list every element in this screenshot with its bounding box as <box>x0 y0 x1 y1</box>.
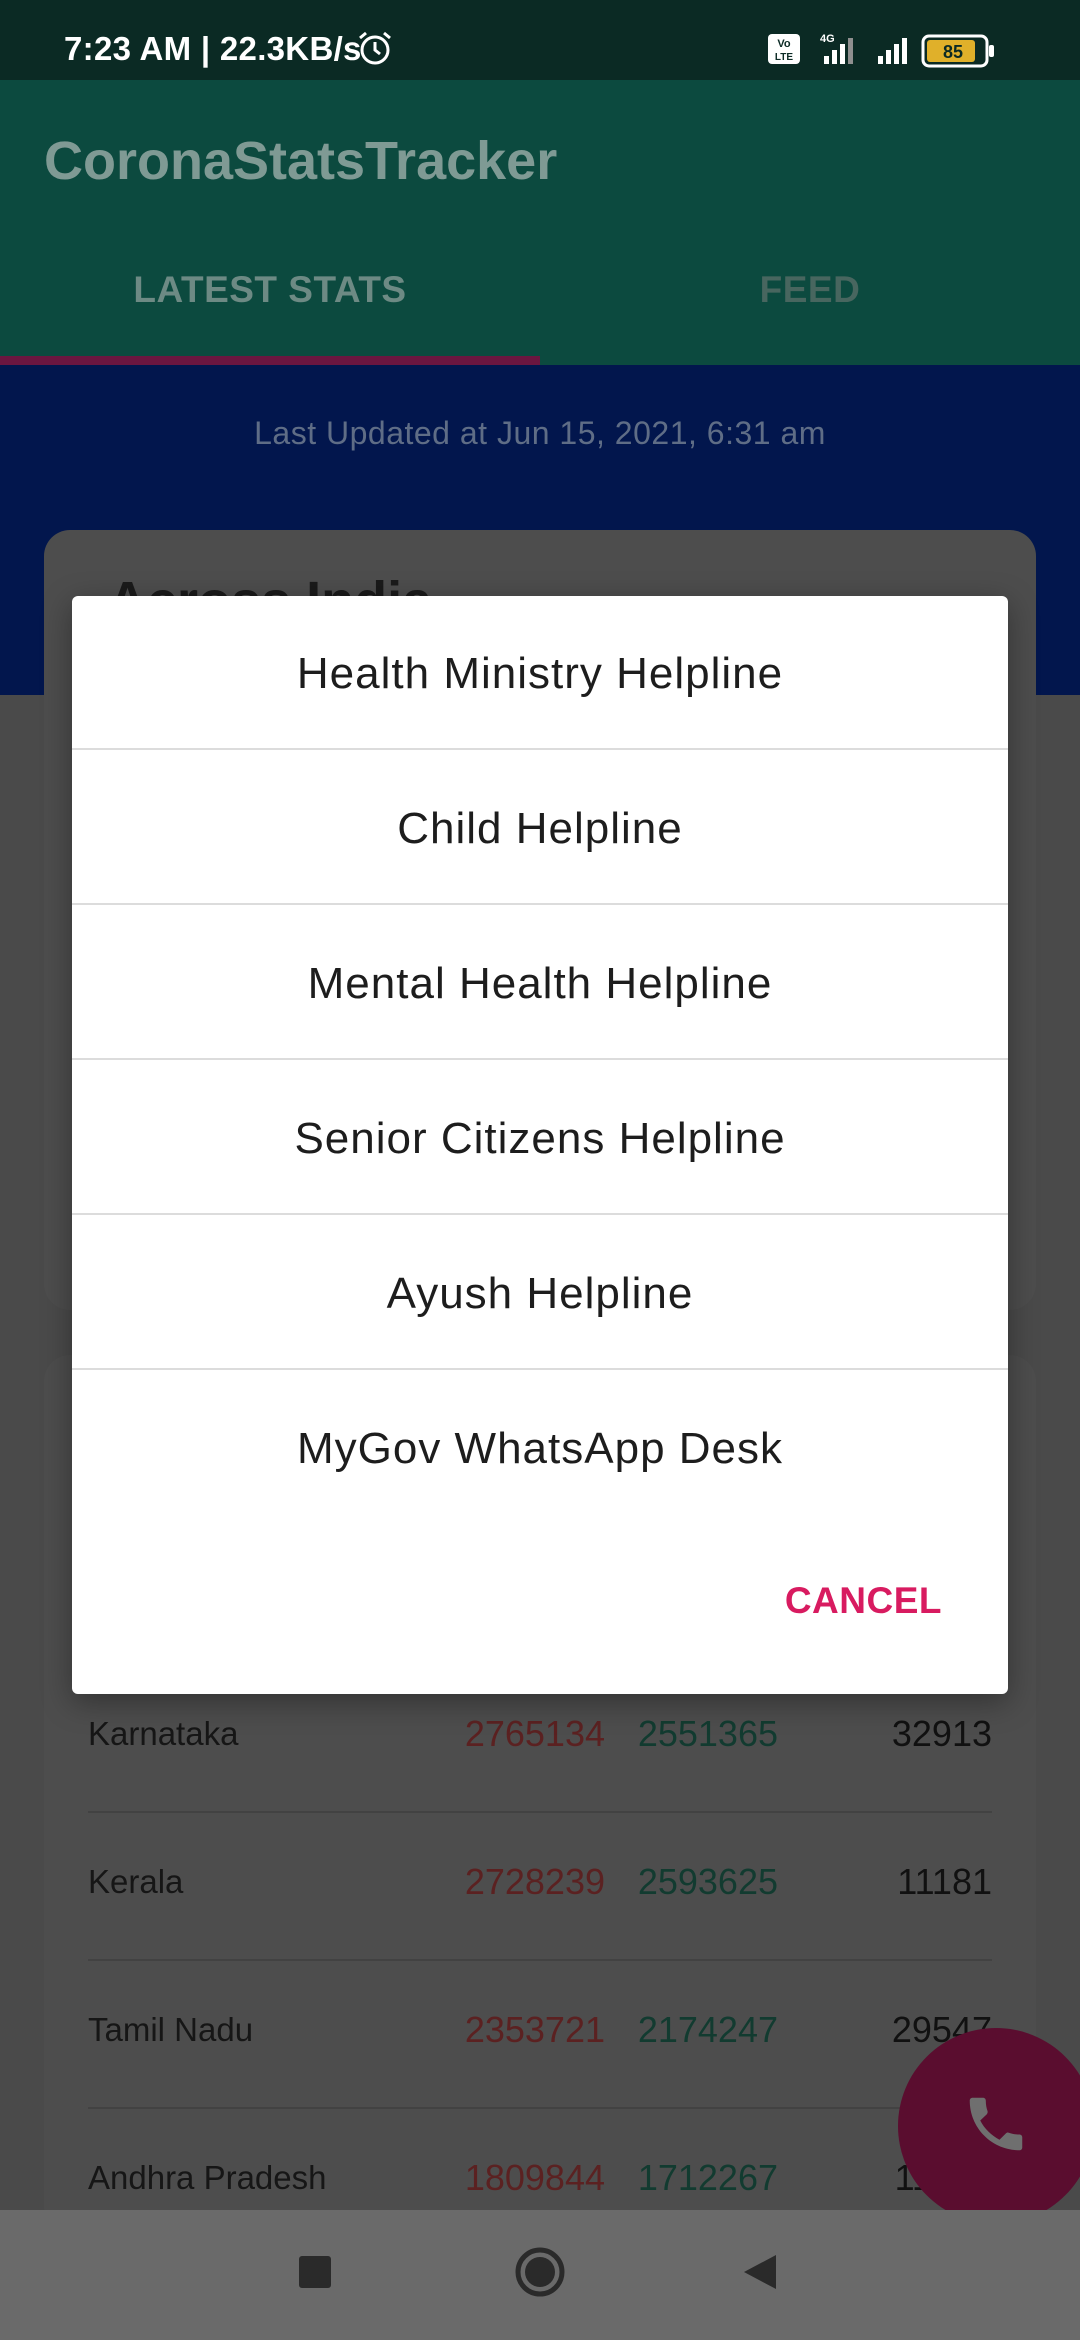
option-divider <box>72 1213 1008 1215</box>
option-mental-health-helpline[interactable]: Mental Health Helpline <box>72 906 1008 1061</box>
recent-apps-button[interactable] <box>279 2238 351 2310</box>
square-icon <box>298 2255 332 2294</box>
option-senior-citizens-helpline[interactable]: Senior Citizens Helpline <box>72 1061 1008 1216</box>
option-divider <box>72 903 1008 905</box>
option-child-helpline[interactable]: Child Helpline <box>72 751 1008 906</box>
cancel-button[interactable]: CANCEL <box>785 1580 942 1622</box>
option-divider <box>72 748 1008 750</box>
option-divider <box>72 1368 1008 1370</box>
option-divider <box>72 1058 1008 1060</box>
helpline-dialog: Health Ministry Helpline Child Helpline … <box>72 596 1008 1694</box>
option-health-ministry-helpline[interactable]: Health Ministry Helpline <box>72 596 1008 751</box>
triangle-back-icon <box>740 2252 780 2297</box>
option-mygov-whatsapp-desk[interactable]: MyGov WhatsApp Desk <box>72 1371 1008 1526</box>
circle-icon <box>512 2244 568 2305</box>
navigation-bar <box>0 2210 1080 2340</box>
home-button[interactable] <box>504 2238 576 2310</box>
back-button[interactable] <box>724 2238 796 2310</box>
option-ayush-helpline[interactable]: Ayush Helpline <box>72 1216 1008 1371</box>
